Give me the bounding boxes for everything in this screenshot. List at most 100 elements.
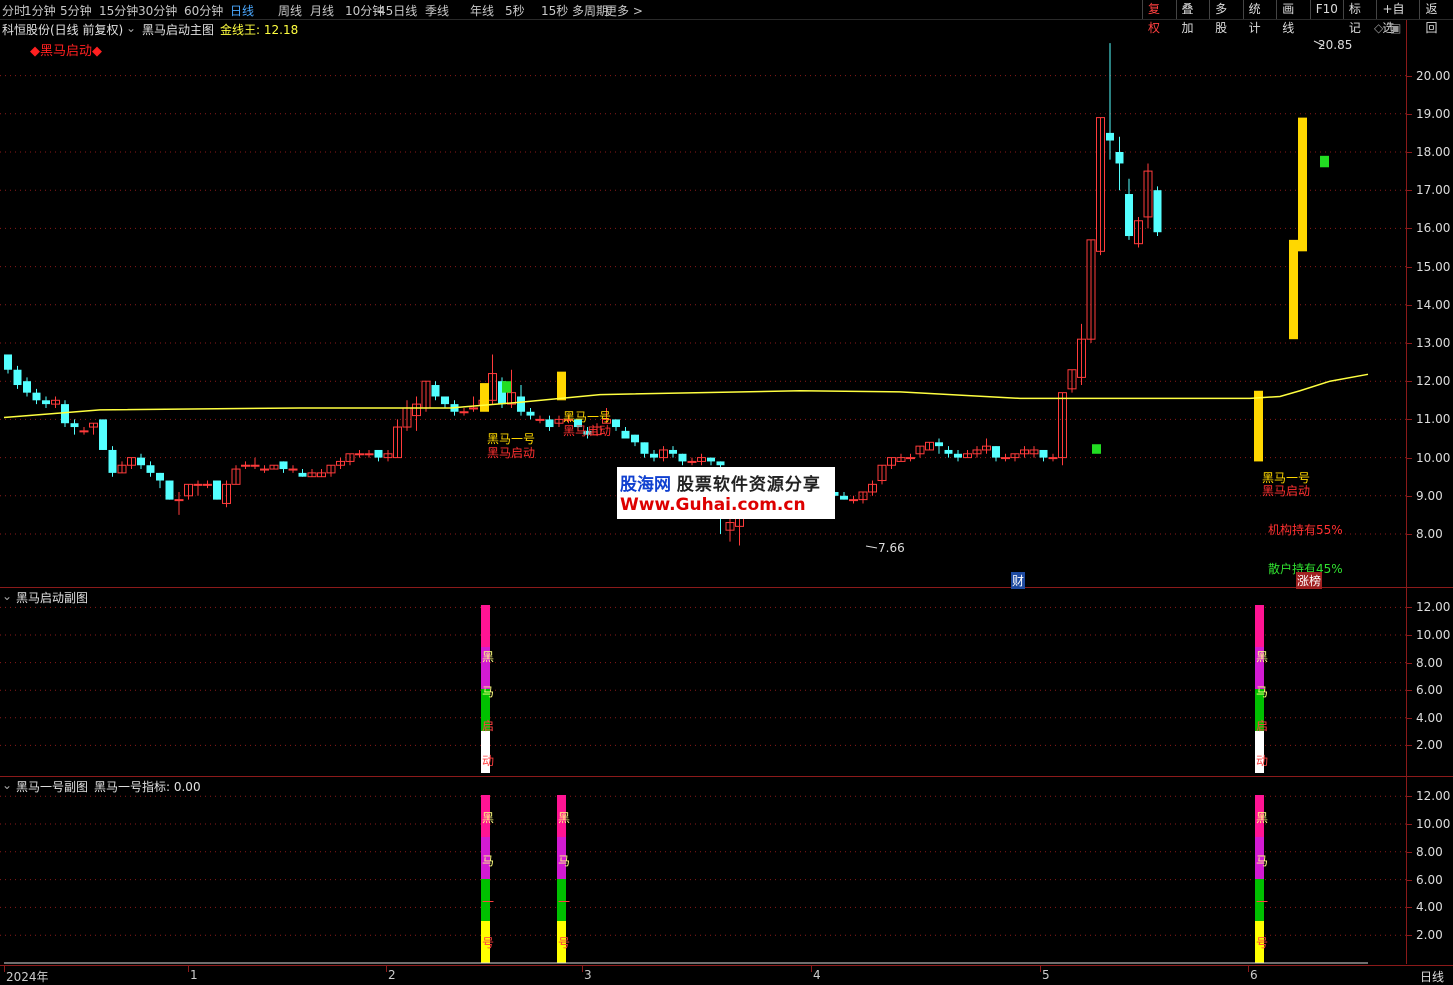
- price-tick-label: 10.00: [1416, 450, 1451, 465]
- signal-bar: [557, 371, 566, 401]
- price-tick: [1406, 879, 1412, 881]
- candle-body: [13, 369, 22, 386]
- green-candle: [502, 381, 511, 393]
- candle-body: [716, 461, 725, 466]
- candle-body: [374, 449, 383, 458]
- signal-bar: [480, 383, 489, 412]
- sub1-title[interactable]: 黑马启动副图: [16, 589, 88, 606]
- price-tick: [1406, 534, 1412, 535]
- finance-badge[interactable]: 财: [1011, 572, 1026, 589]
- date-tick: [811, 966, 812, 972]
- price-tick-label: 10.00: [1416, 628, 1451, 642]
- signal-bar: [1254, 390, 1263, 462]
- price-tick: [1406, 851, 1412, 853]
- price-tick-label: 17.00: [1416, 183, 1451, 198]
- price-tick: [1406, 343, 1412, 344]
- price-tick-label: 9.00: [1416, 488, 1443, 503]
- candle-body: [1039, 449, 1048, 458]
- candle-body: [137, 457, 145, 466]
- bar-char-label: 号: [1256, 936, 1269, 950]
- price-tick-label: 12.00: [1416, 789, 1451, 804]
- candle-body: [944, 449, 953, 454]
- bar-char-label: 马: [482, 685, 495, 699]
- bar-char-label: 号: [558, 936, 571, 950]
- candle-body: [146, 465, 155, 473]
- candle-body: [1115, 152, 1124, 164]
- bar-char-label: 一: [558, 895, 571, 909]
- date-label: 4: [813, 968, 821, 982]
- candle-body: [669, 449, 677, 454]
- bar-char-label: 动: [1256, 754, 1269, 768]
- price-tick-label: 15.00: [1416, 259, 1451, 274]
- candle-body: [1048, 457, 1058, 460]
- date-tick: [582, 966, 583, 972]
- low-price-label: 7.66: [878, 541, 905, 555]
- candle-body: [364, 453, 374, 456]
- date-tick: [1248, 966, 1249, 972]
- candle-body: [1125, 194, 1133, 237]
- date-label: 6: [1250, 968, 1258, 982]
- price-tick: [1406, 75, 1412, 77]
- sub1-signal-bar: [481, 605, 490, 647]
- zhangbang-badge[interactable]: 涨榜: [1296, 572, 1323, 589]
- candle-body: [193, 483, 203, 486]
- candle-body: [156, 472, 164, 481]
- candle-body: [174, 499, 184, 502]
- candle-body: [687, 460, 697, 463]
- candle-body: [165, 480, 174, 500]
- chevron-down-icon[interactable]: ⌄: [2, 589, 12, 603]
- price-tick: [1406, 824, 1412, 825]
- panel-divider-1: [0, 587, 1453, 588]
- panel-divider-2: [0, 776, 1453, 777]
- price-tick: [1406, 935, 1412, 937]
- candle-body: [954, 453, 962, 458]
- candle-body: [678, 453, 687, 462]
- candle-body: [631, 434, 639, 443]
- price-tick-label: 2.00: [1416, 928, 1443, 943]
- candle-body: [906, 457, 915, 460]
- low-arrow: [865, 545, 878, 549]
- watermark-brand: 股海网: [620, 475, 671, 495]
- candle-body: [279, 461, 288, 470]
- date-label: 5: [1042, 968, 1050, 982]
- date-label: 2024年: [6, 970, 49, 984]
- candle-body: [431, 385, 440, 397]
- price-tick-label: 10.00: [1416, 817, 1451, 831]
- candle-body: [260, 468, 269, 471]
- price-tick: [1406, 495, 1412, 497]
- candle-body: [99, 419, 107, 450]
- price-tick-label: 16.00: [1416, 221, 1451, 236]
- signal-label-heima-qidong: 黑马启动: [563, 424, 612, 438]
- period-indicator[interactable]: 日线: [1420, 968, 1444, 985]
- candle-body: [849, 499, 858, 502]
- signal-bar: [1298, 117, 1307, 252]
- price-axis-divider: [1406, 20, 1407, 964]
- bar-char-label: 一: [482, 895, 495, 909]
- bar-char-label: 黑: [1256, 650, 1269, 664]
- price-tick: [1406, 796, 1412, 798]
- sub2-title[interactable]: 黑马一号副图: [16, 778, 88, 795]
- price-tick-label: 20.00: [1416, 68, 1451, 83]
- chevron-down-icon[interactable]: ⌄: [2, 778, 12, 792]
- price-tick: [1406, 228, 1412, 230]
- candle-body: [250, 464, 260, 467]
- bar-char-label: 马: [1256, 854, 1269, 868]
- price-tick: [1406, 907, 1412, 909]
- green-candle: [1320, 155, 1329, 168]
- bar-char-label: 黑: [1256, 811, 1269, 825]
- sub2-value-label: 黑马一号指标: 0.00: [94, 780, 201, 794]
- candle-body: [992, 446, 1000, 458]
- price-tick: [1406, 152, 1412, 153]
- candle-body: [640, 442, 649, 454]
- candle-body: [61, 404, 69, 424]
- price-tick-label: 6.00: [1416, 872, 1443, 887]
- high-price-label: 20.85: [1318, 38, 1353, 52]
- candle-body: [517, 396, 525, 412]
- price-tick-label: 8.00: [1416, 655, 1443, 670]
- price-tick: [1406, 190, 1412, 192]
- green-candle: [1092, 444, 1101, 454]
- price-tick: [1406, 745, 1412, 747]
- signal-label-heima-qidong: 黑马启动: [487, 446, 536, 460]
- candle-body: [213, 480, 221, 500]
- date-tick: [1040, 966, 1041, 972]
